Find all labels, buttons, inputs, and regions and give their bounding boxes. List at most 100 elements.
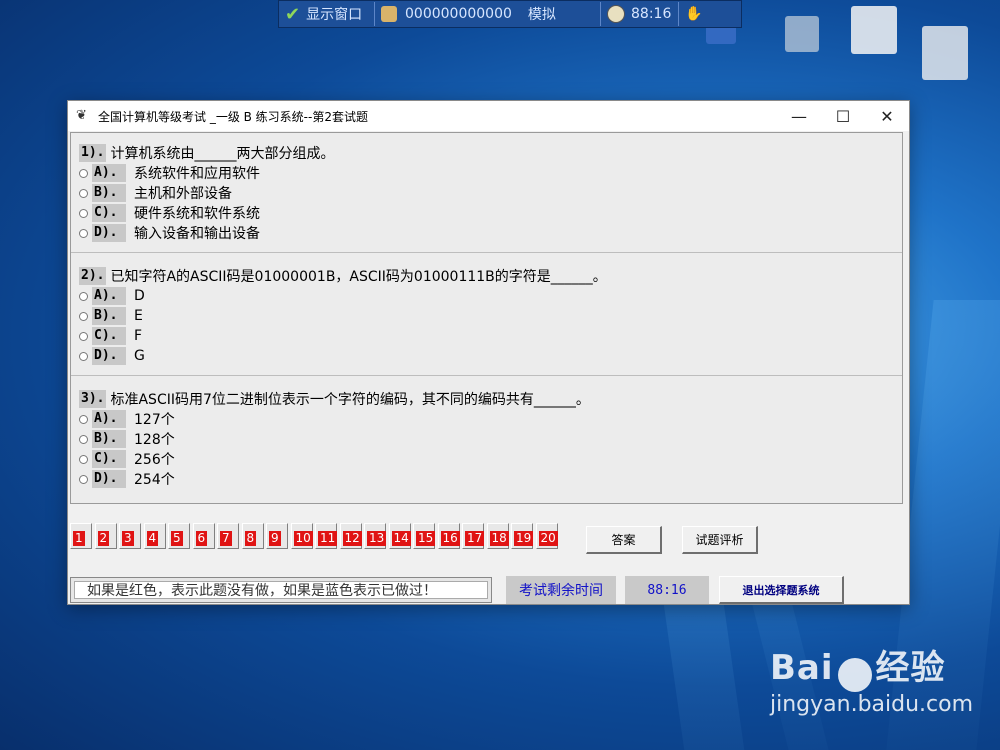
- question-nav-button[interactable]: 11: [315, 523, 338, 549]
- option-row[interactable]: C). 256个: [79, 449, 902, 469]
- question-stem: 2). 已知字符A的ASCII码是01000001B，ASCII码为010001…: [79, 266, 902, 286]
- question-nav-button[interactable]: 6: [192, 523, 215, 549]
- remaining-time-label: 考试剩余时间: [506, 576, 616, 604]
- question-nav-number: 9: [269, 531, 281, 546]
- option-text: E: [134, 308, 143, 324]
- question-nav-number: 17: [465, 531, 485, 546]
- option-key: A).: [92, 287, 126, 305]
- desktop-icon-file[interactable]: [922, 26, 968, 80]
- close-icon: ✕: [880, 106, 894, 126]
- title-bar[interactable]: ❦ 全国计算机等级考试 _一级 B 练习系统--第2套试题 — ☐ ✕: [68, 101, 909, 131]
- radio-button[interactable]: [79, 311, 88, 321]
- radio-button[interactable]: [79, 208, 88, 218]
- option-row[interactable]: B). E: [79, 306, 902, 326]
- question-nav-number: 19: [514, 531, 534, 546]
- question-nav-button[interactable]: 4: [143, 523, 166, 549]
- option-text: 输入设备和输出设备: [134, 226, 260, 242]
- option-key: B).: [92, 430, 126, 448]
- answer-button[interactable]: 答案: [586, 526, 662, 554]
- question-nav-number: 5: [171, 531, 183, 546]
- remaining-time-value: 88:16: [625, 576, 709, 604]
- radio-button[interactable]: [79, 414, 88, 424]
- option-text: 127个: [134, 412, 175, 428]
- question-nav-button[interactable]: 19: [511, 523, 534, 549]
- status-hint: 如果是红色，表示此题没有做，如果是蓝色表示已做过！: [74, 581, 488, 599]
- option-key: B).: [92, 184, 126, 202]
- maximize-icon: ☐: [835, 106, 851, 126]
- question-nav-button[interactable]: 17: [462, 523, 485, 549]
- question-nav-number: 15: [416, 531, 436, 546]
- question-stem: 1). 计算机系统由______两大部分组成。: [79, 143, 902, 163]
- radio-button[interactable]: [79, 474, 88, 484]
- question-number: 1).: [79, 144, 107, 162]
- question-nav-button[interactable]: 18: [486, 523, 509, 549]
- option-row[interactable]: C). F: [79, 326, 902, 346]
- question-nav-button[interactable]: 15: [413, 523, 436, 549]
- option-row[interactable]: D). 输入设备和输出设备: [79, 223, 902, 243]
- option-row[interactable]: A). D: [79, 286, 902, 306]
- option-key: D).: [92, 224, 126, 242]
- question-nav-button[interactable]: 7: [217, 523, 239, 549]
- question-nav-button[interactable]: 5: [168, 523, 190, 549]
- option-text: 128个: [134, 432, 175, 448]
- desktop-icon-document[interactable]: [785, 16, 819, 52]
- question-nav-button[interactable]: 2: [94, 523, 117, 549]
- exam-mode: 模拟: [527, 7, 556, 23]
- question-nav-button[interactable]: 14: [388, 523, 411, 549]
- hand-in-button[interactable]: ✋: [679, 2, 739, 26]
- radio-button[interactable]: [79, 454, 88, 464]
- question-area[interactable]: 1). 计算机系统由______两大部分组成。 A). 系统软件和应用软件 B).…: [70, 132, 903, 504]
- maximize-button[interactable]: ☐: [820, 101, 866, 131]
- question-nav-button[interactable]: 8: [241, 523, 264, 549]
- radio-button[interactable]: [79, 188, 88, 198]
- check-icon: ✔: [285, 3, 301, 25]
- question-nav-button[interactable]: 10: [290, 523, 313, 549]
- option-row[interactable]: B). 128个: [79, 429, 902, 449]
- question-nav-number: 18: [489, 531, 509, 546]
- question-text: 标准ASCII码用7位二进制位表示一个字符的编码，其不同的编码共有______。: [110, 392, 590, 408]
- close-button[interactable]: ✕: [864, 101, 910, 131]
- radio-button[interactable]: [79, 291, 88, 301]
- question-3: 3). 标准ASCII码用7位二进制位表示一个字符的编码，其不同的编码共有___…: [71, 381, 902, 499]
- option-text: 254个: [134, 472, 175, 488]
- question-nav-button[interactable]: 20: [535, 523, 558, 549]
- option-key: C).: [92, 204, 126, 222]
- exam-window: ❦ 全国计算机等级考试 _一级 B 练习系统--第2套试题 — ☐ ✕ 1). …: [67, 100, 910, 605]
- question-nav-button[interactable]: 13: [364, 523, 387, 549]
- show-window-label: 显示窗口: [306, 7, 363, 23]
- radio-button[interactable]: [79, 351, 88, 361]
- option-row[interactable]: D). G: [79, 346, 902, 366]
- question-nav-number: 6: [195, 531, 208, 546]
- option-row[interactable]: B). 主机和外部设备: [79, 183, 902, 203]
- radio-button[interactable]: [79, 434, 88, 444]
- candidate-id: 000000000000: [405, 6, 512, 22]
- question-text: 计算机系统由______两大部分组成。: [110, 146, 335, 162]
- analysis-button[interactable]: 试题评析: [682, 526, 758, 554]
- radio-button[interactable]: [79, 228, 88, 238]
- question-nav-button[interactable]: 1: [70, 523, 92, 549]
- option-text: D: [134, 288, 145, 304]
- question-nav-button[interactable]: 12: [339, 523, 362, 549]
- option-row[interactable]: A). 系统软件和应用软件: [79, 163, 902, 183]
- option-row[interactable]: A). 127个: [79, 409, 902, 429]
- user-icon: [381, 6, 397, 22]
- clock-icon: [607, 5, 625, 23]
- question-nav-number: 12: [342, 531, 362, 546]
- question-nav-button[interactable]: 16: [437, 523, 460, 549]
- question-nav-number: 16: [440, 531, 460, 546]
- option-row[interactable]: C). 硬件系统和软件系统: [79, 203, 902, 223]
- paw-icon: [837, 657, 872, 692]
- option-row[interactable]: D). 254个: [79, 469, 902, 489]
- question-nav-button[interactable]: 9: [266, 523, 288, 549]
- radio-button[interactable]: [79, 168, 88, 178]
- radio-button[interactable]: [79, 331, 88, 341]
- app-icon: ❦: [76, 108, 87, 123]
- watermark-logo-left: Bai: [770, 648, 834, 688]
- show-window-button[interactable]: ✔ 显示窗口: [279, 2, 375, 26]
- question-nav-button[interactable]: 3: [119, 523, 141, 549]
- exit-button[interactable]: 退出选择题系统: [719, 576, 844, 604]
- option-text: 256个: [134, 452, 175, 468]
- minimize-button[interactable]: —: [776, 101, 822, 131]
- timer-display: 88:16: [601, 2, 679, 26]
- desktop-icon-certificate[interactable]: [851, 6, 897, 54]
